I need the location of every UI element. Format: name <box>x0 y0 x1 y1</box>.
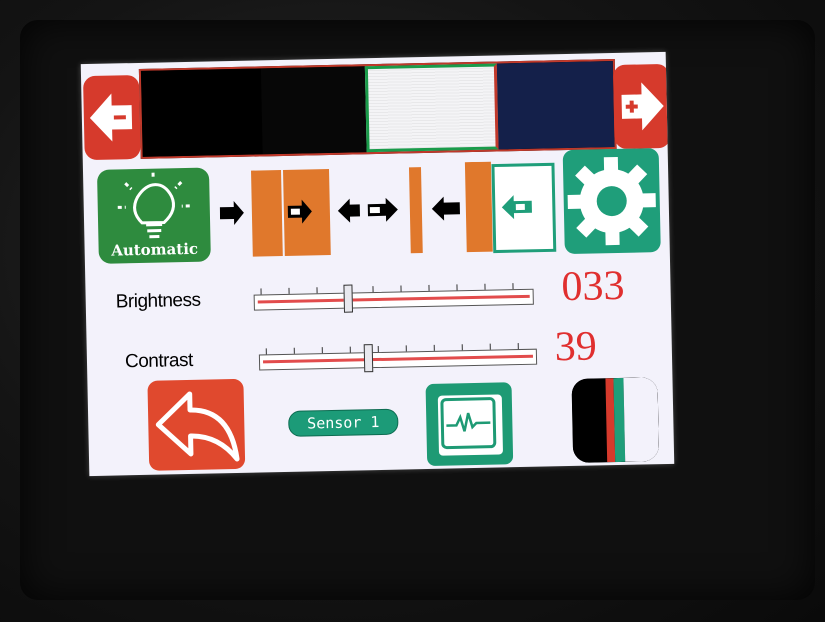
strip-segment[interactable] <box>260 66 367 155</box>
brightness-slider-thumb[interactable] <box>343 284 354 313</box>
slider-tick <box>489 343 491 350</box>
slider-tick <box>288 287 290 294</box>
slider-tick <box>461 344 463 351</box>
contrast-value: 39 <box>554 323 598 371</box>
back-button[interactable] <box>147 378 246 471</box>
contrast-slider[interactable] <box>258 343 538 373</box>
contrast-slider-thumb[interactable] <box>363 344 374 373</box>
gear-icon <box>567 156 656 246</box>
monitor-screen <box>437 394 504 456</box>
strip-segment[interactable] <box>140 68 263 157</box>
layer-arrows-icon <box>219 161 557 257</box>
slider-tick <box>400 285 402 292</box>
slider-tick <box>260 288 262 295</box>
slider-tick <box>456 284 458 291</box>
slider-tick <box>484 283 486 290</box>
sensor-badge[interactable]: Sensor 1 <box>288 408 399 437</box>
strip-segment-selected[interactable] <box>364 63 499 153</box>
slider-tick <box>512 283 514 290</box>
automatic-mode-button[interactable]: Automatic <box>96 167 211 264</box>
signal-monitor-button[interactable] <box>425 382 514 467</box>
brightness-value: 033 <box>561 262 625 311</box>
automatic-label: Automatic <box>111 239 199 260</box>
next-button[interactable] <box>612 63 671 150</box>
touch-screen: Automatic Brightness 033 Contrast 39 Sen… <box>80 51 675 477</box>
color-sample-icon <box>571 377 660 463</box>
contrast-track-line <box>262 354 533 364</box>
contrast-label: Contrast <box>124 349 194 373</box>
slider-tick <box>517 343 519 350</box>
arrow-left-minus-icon <box>89 93 133 142</box>
layer-sequence-diagram <box>219 160 563 259</box>
slider-tick <box>428 284 430 291</box>
settings-button[interactable] <box>562 148 661 255</box>
slider-tick <box>433 344 435 351</box>
strip-segment[interactable] <box>496 61 615 150</box>
arrow-right-plus-icon <box>621 82 664 131</box>
slider-tick <box>405 345 407 352</box>
slider-tick <box>293 347 295 354</box>
undo-arrow-icon <box>155 391 240 462</box>
waveform-monitor-icon <box>440 397 497 450</box>
color-sample-button[interactable] <box>571 377 660 463</box>
slider-tick <box>349 346 351 353</box>
slider-tick <box>372 286 374 293</box>
brightness-slider[interactable] <box>253 283 534 313</box>
slider-tick <box>377 345 379 353</box>
slider-tick <box>265 348 267 355</box>
brightness-track-line <box>257 294 530 304</box>
slider-tick <box>316 287 318 294</box>
slider-tick <box>321 347 323 354</box>
previous-button[interactable] <box>83 74 141 161</box>
brightness-label: Brightness <box>115 289 201 313</box>
color-strip[interactable] <box>138 58 617 159</box>
